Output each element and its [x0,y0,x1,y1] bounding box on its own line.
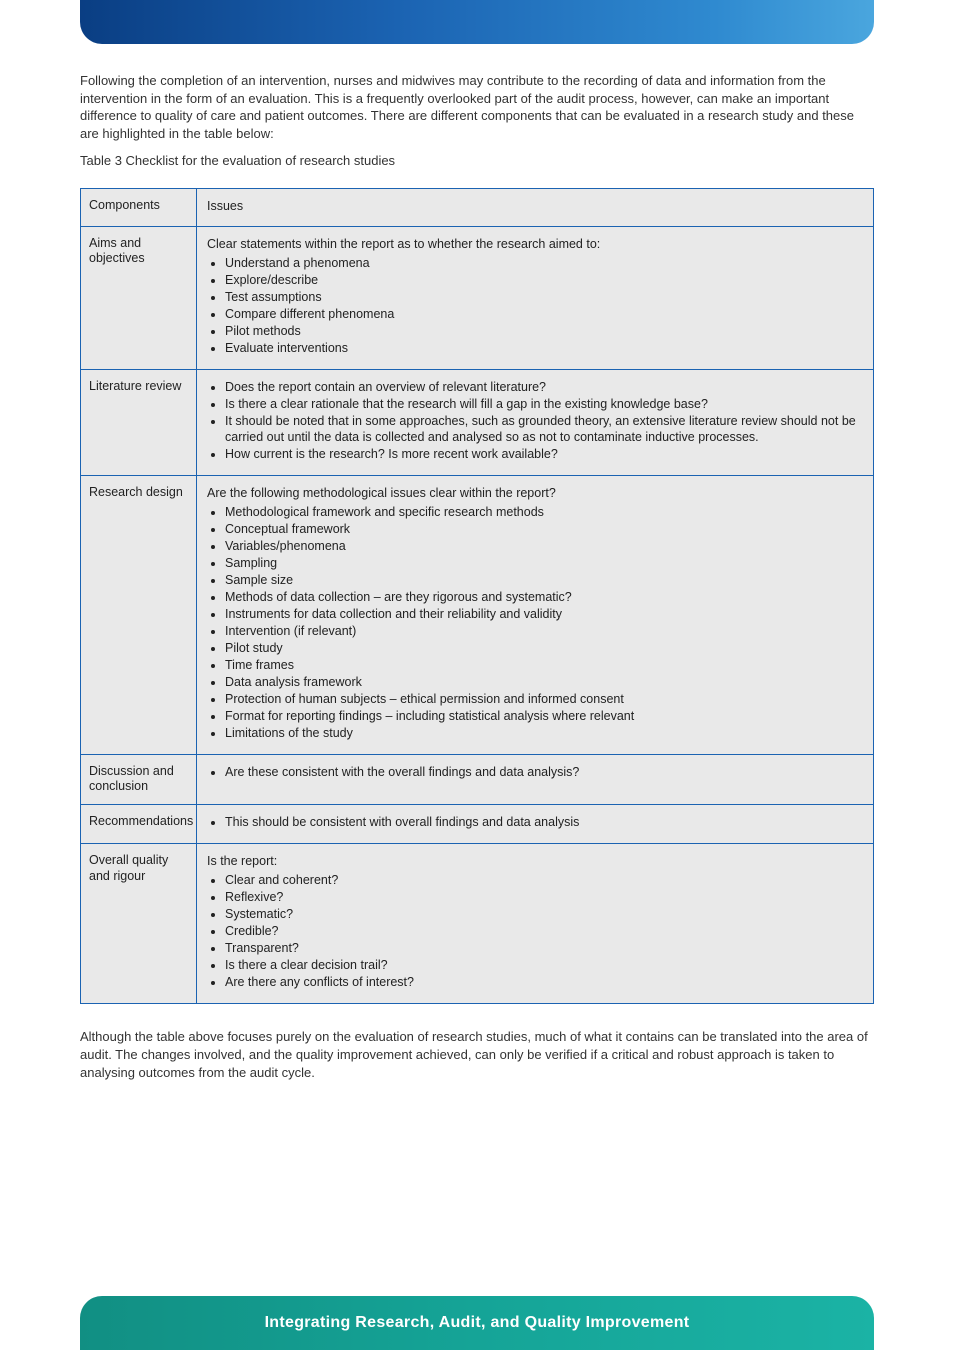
list-item: Are there any conflicts of interest? [225,974,863,990]
row-label: Discussion and conclusion [81,755,197,804]
list-item: Compare different phenomena [225,306,863,322]
row-preamble: Are the following methodological issues … [207,485,863,501]
row-list: Does the report contain an overview of r… [207,379,863,462]
header-right: Issues [197,189,873,226]
list-item: Protection of human subjects – ethical p… [225,691,863,707]
intro-paragraph: Following the completion of an intervent… [80,72,874,142]
row-content: Is the report: Clear and coherent? Refle… [197,844,873,1003]
list-item: Pilot study [225,640,863,656]
table-row: Aims and objectives Clear statements wit… [81,227,873,370]
list-item: Sample size [225,572,863,588]
row-list: Methodological framework and specific re… [207,504,863,741]
intro-block: Following the completion of an intervent… [80,72,874,170]
list-item: Systematic? [225,906,863,922]
row-label: Literature review [81,370,197,475]
table-row: Literature review Does the report contai… [81,370,873,476]
row-list: Understand a phenomena Explore/describe … [207,255,863,356]
row-list: This should be consistent with overall f… [207,814,863,830]
row-content: Are these consistent with the overall fi… [197,755,873,804]
row-label: Overall quality and rigour [81,844,197,1003]
table-row: Recommendations This should be consisten… [81,805,873,844]
list-item: Sampling [225,555,863,571]
row-list: Are these consistent with the overall fi… [207,764,863,780]
list-item: Test assumptions [225,289,863,305]
outro-paragraph: Although the table above focuses purely … [80,1028,874,1083]
list-item: Intervention (if relevant) [225,623,863,639]
list-item: Evaluate interventions [225,340,863,356]
footer-title: Integrating Research, Audit, and Quality… [265,1314,690,1332]
top-banner [80,0,874,44]
table-row: Research design Are the following method… [81,476,873,755]
header-left: Components [81,189,197,226]
list-item: Explore/describe [225,272,863,288]
row-label: Aims and objectives [81,227,197,369]
list-item: Is there a clear rationale that the rese… [225,396,863,412]
list-item: Reflexive? [225,889,863,905]
table-caption: Table 3 Checklist for the evaluation of … [80,152,874,170]
row-label: Research design [81,476,197,754]
list-item: Instruments for data collection and thei… [225,606,863,622]
list-item: Format for reporting findings – includin… [225,708,863,724]
list-item: Clear and coherent? [225,872,863,888]
row-content: Clear statements within the report as to… [197,227,873,369]
row-preamble: Clear statements within the report as to… [207,236,863,252]
list-item: Conceptual framework [225,521,863,537]
list-item: This should be consistent with overall f… [225,814,863,830]
list-item: Time frames [225,657,863,673]
list-item: Is there a clear decision trail? [225,957,863,973]
list-item: Pilot methods [225,323,863,339]
list-item: Transparent? [225,940,863,956]
list-item: It should be noted that in some approach… [225,413,863,445]
list-item: Does the report contain an overview of r… [225,379,863,395]
row-content: This should be consistent with overall f… [197,805,873,843]
evaluation-table: Components Issues Aims and objectives Cl… [80,188,874,1004]
list-item: Variables/phenomena [225,538,863,554]
list-item: Methods of data collection – are they ri… [225,589,863,605]
row-label: Recommendations [81,805,197,843]
list-item: Are these consistent with the overall fi… [225,764,863,780]
list-item: Understand a phenomena [225,255,863,271]
bottom-banner: Integrating Research, Audit, and Quality… [80,1296,874,1350]
table-header-row: Components Issues [81,189,873,227]
list-item: Methodological framework and specific re… [225,504,863,520]
row-list: Clear and coherent? Reflexive? Systemati… [207,872,863,990]
table-row: Discussion and conclusion Are these cons… [81,755,873,805]
list-item: Data analysis framework [225,674,863,690]
table-row: Overall quality and rigour Is the report… [81,844,873,1003]
list-item: Limitations of the study [225,725,863,741]
list-item: How current is the research? Is more rec… [225,446,863,462]
row-preamble: Is the report: [207,853,863,869]
row-content: Are the following methodological issues … [197,476,873,754]
list-item: Credible? [225,923,863,939]
row-content: Does the report contain an overview of r… [197,370,873,475]
